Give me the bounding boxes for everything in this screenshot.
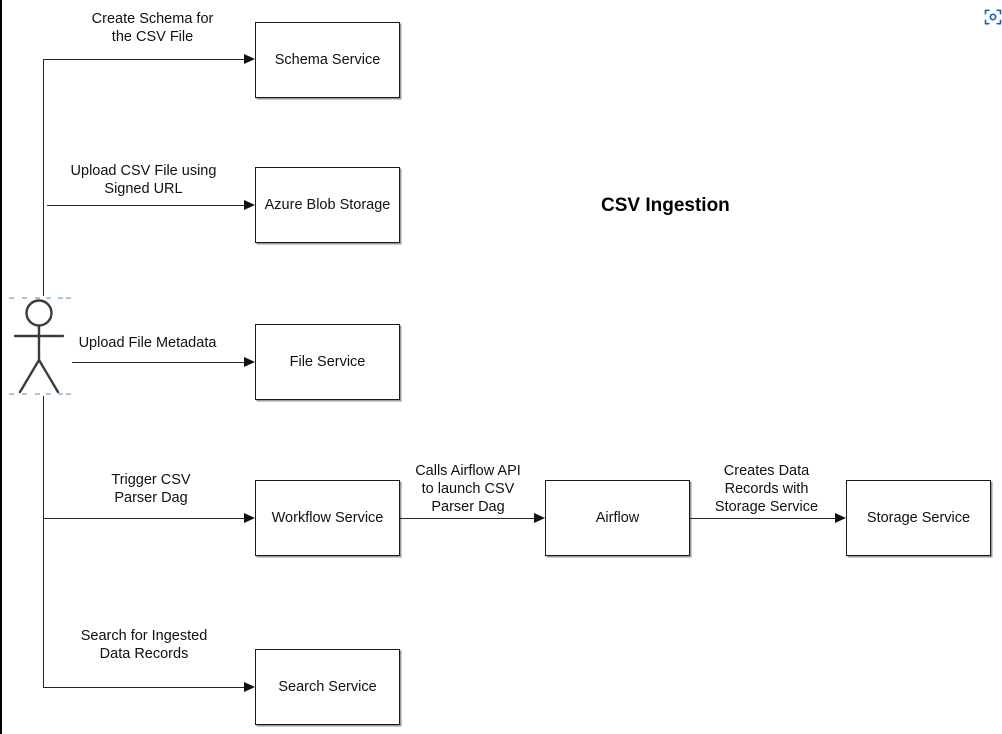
selection-handle-bottom-center[interactable] (35, 393, 40, 395)
arrowhead-creates-records (835, 513, 846, 523)
diagram-canvas: CSV Ingestion Schema Service Azure Blob … (0, 0, 1002, 734)
connector-calls-airflow (400, 518, 536, 519)
arrowhead-trigger-parser (244, 513, 255, 523)
edge-label-creates-records: Creates Data Records with Storage Servic… (714, 463, 819, 515)
node-file-service[interactable]: File Service (255, 324, 400, 400)
arrowhead-create-schema (244, 54, 255, 64)
edge-label-upload-csv: Upload CSV File using Signed URL (70, 163, 217, 197)
node-label: Storage Service (866, 509, 971, 526)
selection-handle-bottom-left-mid[interactable] (22, 393, 27, 395)
selection-handle-top-left-mid[interactable] (22, 297, 27, 299)
selection-handle-bottom-center-right[interactable] (46, 393, 51, 395)
connector-trigger-parser (43, 518, 246, 519)
node-workflow-service[interactable]: Workflow Service (255, 480, 400, 556)
edge-label-upload-metadata: Upload File Metadata (78, 335, 217, 351)
node-label: Airflow (595, 509, 640, 526)
node-search-service[interactable]: Search Service (255, 649, 400, 725)
selection-handle-top-center[interactable] (35, 297, 40, 299)
edge-label-trigger-parser: Trigger CSV Parser Dag (111, 472, 191, 506)
arrowhead-upload-csv (244, 200, 255, 210)
connector-creates-records (690, 518, 837, 519)
edge-label-create-schema: Create Schema for the CSV File (91, 11, 214, 45)
node-airflow[interactable]: Airflow (545, 480, 690, 556)
node-label: Azure Blob Storage (264, 196, 391, 213)
connector-upload-metadata (72, 362, 246, 363)
node-label: Workflow Service (271, 509, 384, 526)
selection-handle-top-left[interactable] (9, 297, 14, 299)
scan-focus-icon (984, 9, 1002, 25)
page-border-left (0, 0, 2, 734)
selection-handle-bottom-left[interactable] (9, 393, 14, 395)
selection-handle-bottom-right[interactable] (58, 393, 63, 395)
connector-search-records (43, 687, 246, 688)
connector-create-schema (43, 59, 246, 60)
diagram-title: CSV Ingestion (601, 195, 730, 216)
node-label: Schema Service (274, 51, 381, 68)
arrowhead-upload-metadata (244, 357, 255, 367)
selection-handle-top-center-right[interactable] (46, 297, 51, 299)
connector-trunk-upper (43, 59, 44, 296)
scan-focus-badge[interactable] (976, 0, 1002, 34)
node-azure-blob-storage[interactable]: Azure Blob Storage (255, 167, 400, 243)
node-label: Search Service (278, 678, 377, 695)
edge-label-search-records: Search for Ingested Data Records (80, 628, 208, 662)
selection-handle-top-right[interactable] (58, 297, 63, 299)
node-label: File Service (289, 353, 366, 370)
arrowhead-search-records (244, 682, 255, 692)
edge-label-calls-airflow: Calls Airflow API to launch CSV Parser D… (415, 463, 521, 515)
connector-trunk-lower (43, 396, 44, 687)
node-schema-service[interactable]: Schema Service (255, 22, 400, 98)
connector-upload-csv (47, 205, 246, 206)
selection-handle-top-right-end[interactable] (66, 297, 71, 299)
selection-handle-bottom-right-end[interactable] (66, 393, 71, 395)
node-storage-service[interactable]: Storage Service (846, 480, 991, 556)
